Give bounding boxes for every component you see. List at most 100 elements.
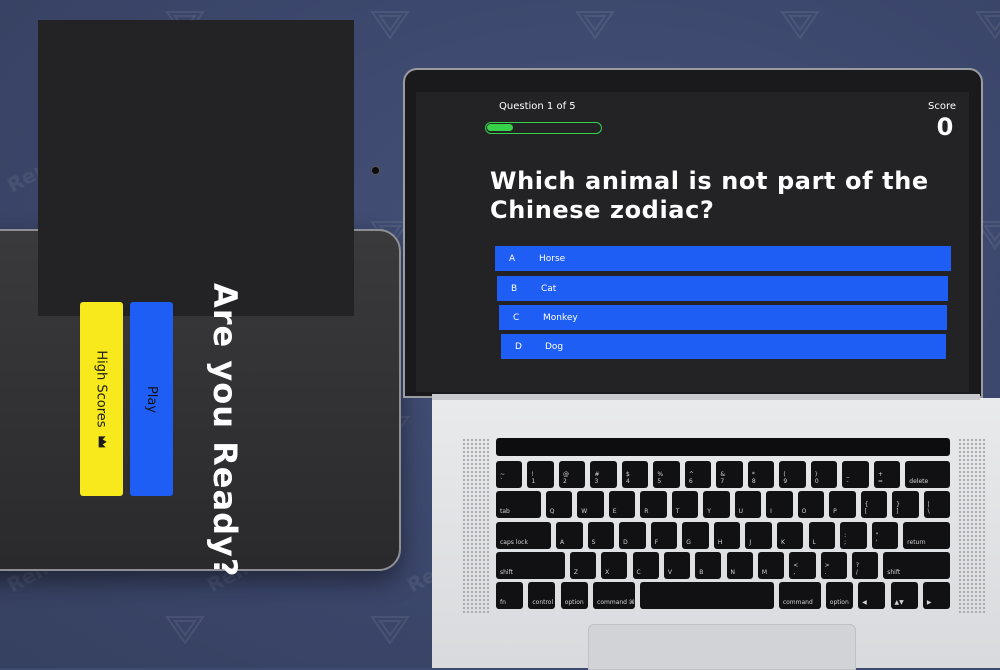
keyboard-key[interactable]: fn bbox=[496, 582, 524, 610]
keyboard-key[interactable]: ◀ bbox=[858, 582, 886, 610]
watermark-logo-icon bbox=[780, 11, 820, 40]
keyboard-key[interactable]: H bbox=[713, 521, 741, 549]
keyboard-key[interactable]: E bbox=[608, 491, 636, 519]
keyboard-key[interactable]: & 7 bbox=[716, 461, 743, 488]
keyboard-key[interactable]: ! 1 bbox=[527, 461, 554, 488]
keyboard-key[interactable]: C bbox=[632, 552, 659, 579]
keyboard-key[interactable]: < , bbox=[789, 552, 816, 579]
keyboard-key[interactable]: M bbox=[757, 552, 785, 579]
keyboard-key[interactable]: ( 9 bbox=[779, 461, 806, 488]
keyboard-key[interactable]: W bbox=[577, 491, 604, 519]
keyboard-key[interactable]: L bbox=[808, 521, 835, 549]
tablet-screen bbox=[38, 20, 354, 316]
right-speaker-grille bbox=[958, 438, 986, 613]
keyboard-key[interactable]: shift bbox=[496, 552, 565, 579]
keyboard-key[interactable]: # 3 bbox=[590, 461, 617, 488]
watermark-logo-icon bbox=[575, 11, 615, 40]
answer-letter: B bbox=[511, 283, 518, 294]
keyboard-key[interactable]: return bbox=[903, 521, 950, 549]
watermark-logo-icon bbox=[165, 616, 205, 645]
answer-text: Horse bbox=[539, 253, 566, 264]
keyboard-key[interactable]: ? / bbox=[851, 552, 879, 579]
keyboard-key[interactable]: @ 2 bbox=[558, 461, 586, 488]
keyboard-key[interactable]: ▶ bbox=[922, 582, 950, 610]
tablet-camera bbox=[371, 166, 380, 175]
keyboard-key[interactable]: ~ ` bbox=[496, 461, 523, 488]
question-text: Which animal is not part of the Chinese … bbox=[490, 167, 929, 224]
answer-letter: C bbox=[513, 312, 520, 323]
keyboard-key[interactable]: command ⌘ bbox=[593, 582, 635, 610]
keyboard-key[interactable]: tab bbox=[496, 491, 541, 519]
keyboard-key[interactable]: S bbox=[587, 521, 615, 549]
high-scores-button[interactable]: High Scores bbox=[80, 302, 123, 496]
keyboard-key[interactable] bbox=[640, 582, 774, 610]
keyboard-key[interactable]: U bbox=[734, 491, 762, 519]
watermark-logo-icon bbox=[370, 616, 410, 645]
keyboard-key[interactable]: G bbox=[682, 521, 709, 549]
keyboard-key[interactable]: ▲▼ bbox=[890, 582, 918, 610]
keyboard-key[interactable]: _ - bbox=[842, 461, 869, 488]
question-counter: Question 1 of 5 bbox=[499, 101, 576, 112]
keyboard-key[interactable]: ^ 6 bbox=[684, 461, 712, 488]
answer-option-a[interactable]: A Horse bbox=[495, 246, 951, 271]
keyboard-key[interactable]: + = bbox=[873, 461, 901, 488]
keyboard-key[interactable]: { [ bbox=[860, 491, 888, 519]
keyboard-key[interactable]: % 5 bbox=[653, 461, 680, 488]
keyboard-key[interactable]: control bbox=[528, 582, 556, 610]
touch-bar[interactable] bbox=[496, 438, 950, 456]
keyboard-key[interactable]: " ' bbox=[871, 521, 899, 549]
keyboard-key[interactable]: Y bbox=[703, 491, 730, 519]
score-value: 0 bbox=[936, 113, 954, 141]
keyboard-key[interactable]: I bbox=[766, 491, 793, 519]
keyboard-key[interactable]: | \ bbox=[923, 491, 950, 519]
ready-title: Are you Ready? bbox=[206, 283, 244, 578]
answer-option-b[interactable]: B Cat bbox=[497, 276, 948, 301]
keyboard-key[interactable]: ) 0 bbox=[810, 461, 838, 488]
keyboard-key[interactable]: } ] bbox=[892, 491, 919, 519]
answer-option-d[interactable]: D Dog bbox=[501, 334, 946, 359]
answer-option-c[interactable]: C Monkey bbox=[499, 305, 947, 330]
keyboard-key[interactable]: K bbox=[776, 521, 804, 549]
keyboard-key[interactable]: * 8 bbox=[747, 461, 775, 488]
answer-text: Cat bbox=[541, 283, 557, 294]
keyboard-key[interactable]: O bbox=[797, 491, 825, 519]
keyboard: ~ `! 1 @ 2 # 3 $ 4% 5 ^ 6 & 7 * 8( 9) 0 _ - + = d… bbox=[496, 461, 950, 616]
keyboard-key[interactable]: : ; bbox=[840, 521, 867, 549]
keyboard-key[interactable]: delete bbox=[905, 461, 950, 488]
keyboard-key[interactable]: P bbox=[829, 491, 856, 519]
keyboard-key[interactable]: > . bbox=[820, 552, 847, 579]
keyboard-key[interactable]: T bbox=[671, 491, 699, 519]
keyboard-key[interactable]: option bbox=[825, 582, 853, 610]
keyboard-key[interactable]: J bbox=[745, 521, 772, 549]
keyboard-key[interactable]: V bbox=[663, 552, 691, 579]
answer-text: Monkey bbox=[543, 312, 578, 323]
left-speaker-grille bbox=[462, 438, 490, 613]
watermark-logo-icon bbox=[370, 11, 410, 40]
high-scores-label: High Scores bbox=[94, 349, 109, 428]
trackpad[interactable] bbox=[588, 624, 856, 670]
keyboard-key[interactable]: D bbox=[619, 521, 646, 549]
keyboard-key[interactable]: caps lock bbox=[496, 521, 551, 549]
keyboard-key[interactable]: Q bbox=[545, 491, 573, 519]
answer-text: Dog bbox=[545, 341, 564, 352]
answer-letter: D bbox=[515, 341, 522, 352]
progress-bar bbox=[485, 122, 602, 134]
keyboard-key[interactable]: shift bbox=[883, 552, 950, 579]
keyboard-key[interactable]: F bbox=[650, 521, 678, 549]
play-button[interactable]: Play bbox=[130, 302, 173, 496]
keyboard-key[interactable]: X bbox=[601, 552, 628, 579]
keyboard-key[interactable]: N bbox=[726, 552, 753, 579]
progress-fill bbox=[487, 124, 513, 131]
score-label: Score bbox=[927, 101, 956, 112]
keyboard-key[interactable]: Z bbox=[569, 552, 597, 579]
keyboard-key[interactable]: $ 4 bbox=[621, 461, 649, 488]
keyboard-key[interactable]: command bbox=[778, 582, 821, 610]
crown-icon bbox=[94, 435, 109, 448]
keyboard-key[interactable]: A bbox=[556, 521, 583, 549]
keyboard-key[interactable]: R bbox=[640, 491, 667, 519]
keyboard-key[interactable]: option bbox=[560, 582, 588, 610]
laptop-hinge bbox=[432, 394, 980, 400]
play-label: Play bbox=[144, 385, 159, 413]
watermark-logo-icon bbox=[975, 11, 1000, 40]
keyboard-key[interactable]: B bbox=[695, 552, 722, 579]
